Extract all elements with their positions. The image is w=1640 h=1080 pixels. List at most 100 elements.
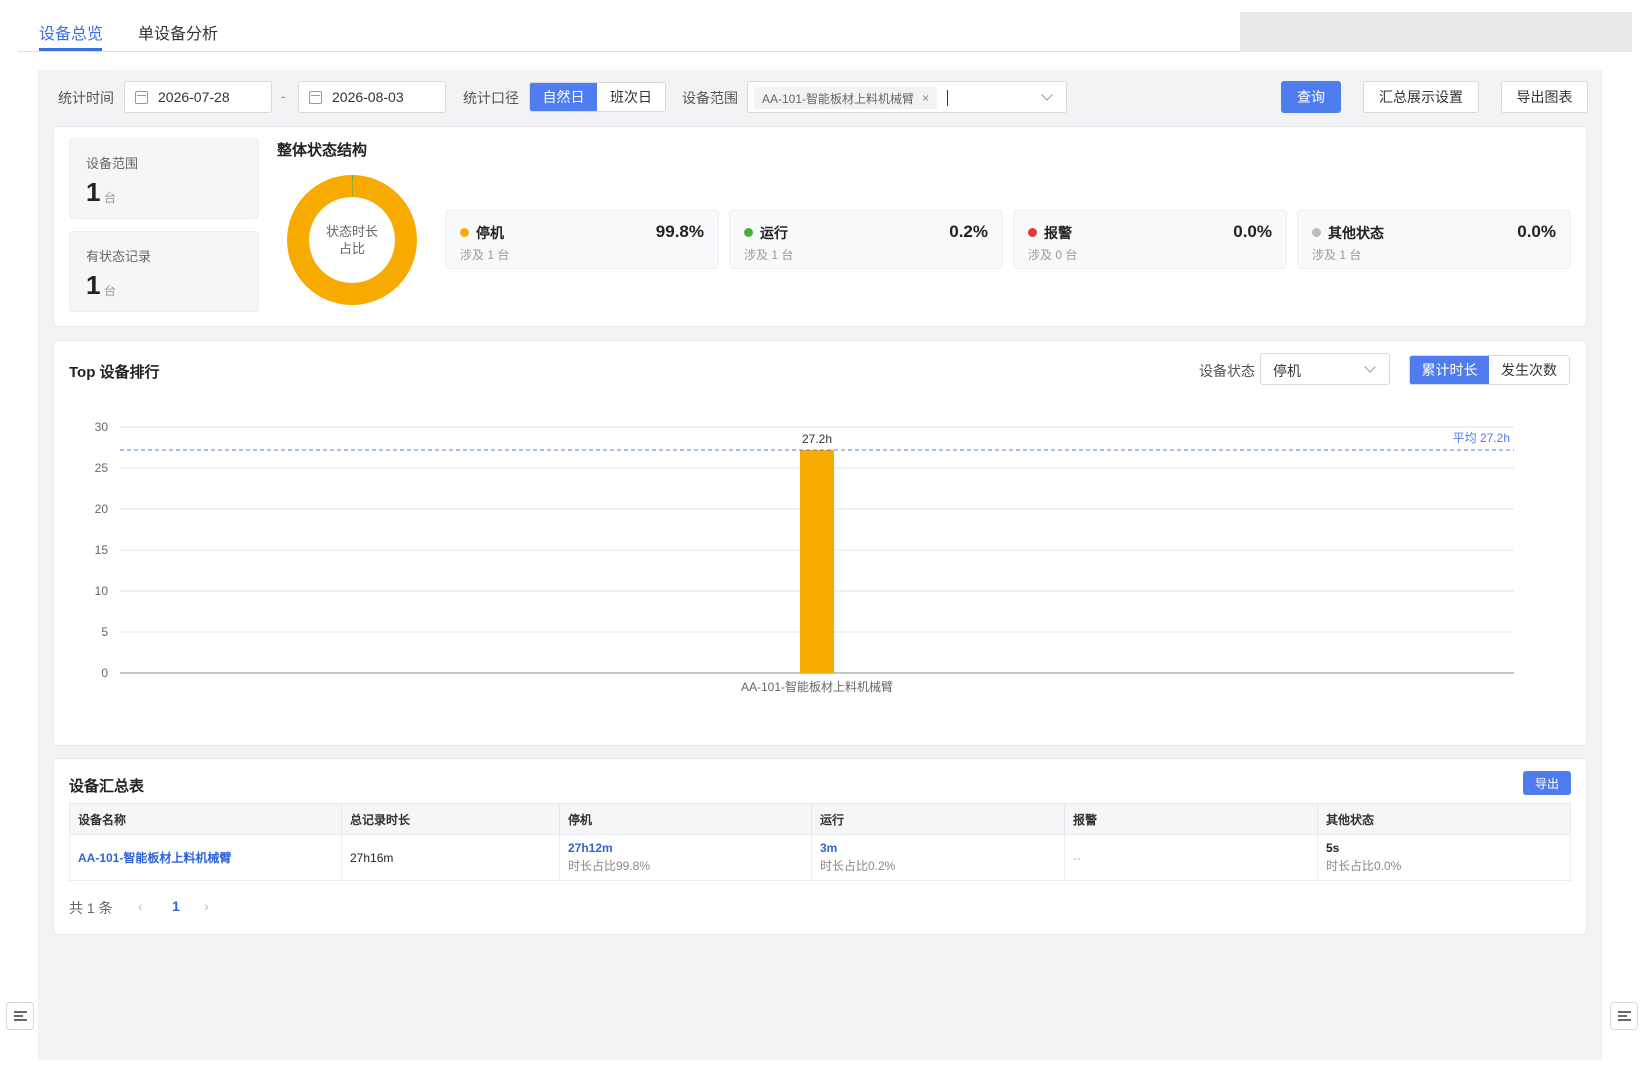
summary-table-title: 设备汇总表 (69, 778, 145, 795)
right-panel-toggle-icon[interactable] (1610, 1002, 1638, 1030)
status-percent: 0.0% (1233, 222, 1272, 241)
bar-data-label: 27.2h (802, 432, 832, 446)
donut-center: 状态时长 占比 (309, 197, 395, 283)
y-tick-label: 30 (95, 420, 109, 434)
y-tick-label: 5 (101, 625, 108, 639)
summary-settings-button[interactable]: 汇总展示设置 (1363, 81, 1479, 113)
status-sub: 涉及 1 台 (460, 248, 510, 262)
status-name: 停机 (476, 225, 504, 241)
caliber-toggle: 自然日 班次日 (529, 82, 666, 112)
status-sub: 涉及 1 台 (744, 248, 794, 262)
caliber-natural-day[interactable]: 自然日 (530, 83, 597, 111)
start-date-value: 2026-07-28 (158, 89, 230, 105)
device-scope-select[interactable]: AA-101-智能板材上料机械臂 × (747, 81, 1067, 113)
pagination-next-icon[interactable]: › (204, 898, 209, 914)
col-stop[interactable]: 停机 (559, 803, 812, 835)
device-scope-stat-value: 1 (86, 177, 101, 207)
ranking-bar-chart: 0 5 10 15 20 25 30 27.2h AA-101-智能板材上料机械臂 平均 27.2… (95, 420, 1514, 694)
text-cursor (947, 90, 948, 106)
caliber-label: 统计口径 (463, 90, 519, 106)
status-name: 运行 (760, 225, 788, 241)
caliber-shift-day[interactable]: 班次日 (597, 83, 665, 111)
status-record-stat: 有状态记录 1 台 (69, 231, 259, 312)
stop-dot-icon (460, 228, 469, 237)
top-right-placeholder (1240, 12, 1632, 52)
calendar-icon (135, 90, 148, 104)
y-tick-label: 25 (95, 461, 109, 475)
scope-tag-label: AA-101-智能板材上料机械臂 (762, 91, 915, 106)
stop-ratio: 时长占比99.8% (568, 859, 651, 873)
scope-tag: AA-101-智能板材上料机械臂 × (754, 87, 938, 109)
metric-toggle: 累计时长 发生次数 (1409, 355, 1570, 385)
device-status-select[interactable]: 停机 (1260, 353, 1390, 385)
col-device-name[interactable]: 设备名称 (69, 803, 342, 835)
export-chart-button[interactable]: 导出图表 (1501, 81, 1588, 113)
status-card-stop: 停机 99.8% 涉及 1 台 (445, 210, 719, 269)
other-dot-icon (1312, 228, 1321, 237)
tab-device-overview[interactable]: 设备总览 (39, 20, 103, 44)
left-panel-toggle-icon[interactable] (6, 1002, 34, 1030)
cell-alarm: -- (1064, 834, 1318, 881)
alarm-dot-icon (1028, 228, 1037, 237)
donut-center-line1: 状态时长 (325, 224, 378, 239)
status-sub: 涉及 0 台 (1028, 248, 1078, 262)
other-duration: 5s (1326, 841, 1340, 855)
start-date-picker[interactable]: 2026-07-28 (124, 81, 272, 113)
date-separator: - (281, 88, 286, 104)
top-tab-bar: 设备总览 单设备分析 (18, 0, 1240, 52)
alarm-empty-value: -- (1073, 850, 1081, 865)
status-name: 其他状态 (1328, 225, 1384, 241)
x-tick-label: AA-101-智能板材上料机械臂 (741, 679, 893, 694)
run-duration: 3m (820, 841, 838, 855)
close-icon[interactable]: × (922, 91, 929, 105)
cell-run: 3m 时长占比0.2% (811, 834, 1065, 881)
col-total-duration[interactable]: 总记录时长 (341, 803, 560, 835)
status-record-stat-unit: 台 (104, 284, 117, 298)
col-alarm[interactable]: 报警 (1064, 803, 1318, 835)
device-summary-table: 设备名称 总记录时长 停机 运行 报警 其他状态 AA-101-智能板材上料机械… (69, 803, 1571, 881)
other-ratio: 时长占比0.0% (1326, 859, 1402, 873)
table-header-row: 设备名称 总记录时长 停机 运行 报警 其他状态 (69, 803, 1571, 835)
metric-occurrence-count[interactable]: 发生次数 (1489, 356, 1569, 384)
status-percent: 0.2% (949, 222, 988, 241)
active-tab-indicator (39, 48, 102, 51)
device-scope-stat-label: 设备范围 (86, 156, 139, 171)
average-label: 平均 27.2h (1453, 431, 1510, 445)
status-sub: 涉及 1 台 (1312, 248, 1362, 262)
y-tick-label: 0 (101, 666, 108, 680)
y-tick-label: 15 (95, 543, 109, 557)
tab-single-device-analysis[interactable]: 单设备分析 (138, 20, 218, 44)
calendar-icon (309, 90, 322, 104)
table-row: AA-101-智能板材上料机械臂 27h16m 27h12m 时长占比99.8%… (69, 834, 1571, 881)
col-other[interactable]: 其他状态 (1317, 803, 1571, 835)
col-run[interactable]: 运行 (811, 803, 1065, 835)
device-status-label: 设备状态 (1199, 363, 1255, 379)
metric-cumulative-duration[interactable]: 累计时长 (1410, 356, 1489, 384)
device-scope-stat-unit: 台 (104, 191, 117, 205)
stop-duration: 27h12m (568, 841, 613, 855)
device-status-value: 停机 (1273, 363, 1301, 379)
export-table-button[interactable]: 导出 (1523, 771, 1571, 795)
run-ratio: 时长占比0.2% (820, 859, 896, 873)
end-date-value: 2026-08-03 (332, 89, 404, 105)
cell-device-name: AA-101-智能板材上料机械臂 (69, 834, 342, 881)
status-card-run: 运行 0.2% 涉及 1 台 (729, 210, 1003, 269)
status-donut-chart: 状态时长 占比 (287, 175, 417, 305)
status-percent: 99.8% (655, 222, 704, 241)
y-tick-label: 10 (95, 584, 109, 598)
query-button[interactable]: 查询 (1281, 81, 1341, 113)
status-record-stat-value: 1 (86, 270, 101, 300)
end-date-picker[interactable]: 2026-08-03 (298, 81, 446, 113)
device-name-link[interactable]: AA-101-智能板材上料机械臂 (78, 851, 231, 865)
structure-title: 整体状态结构 (277, 142, 368, 159)
cell-other: 5s 时长占比0.0% (1317, 834, 1571, 881)
ranking-title: Top 设备排行 (69, 364, 160, 381)
chevron-down-icon (1364, 361, 1376, 373)
y-tick-label: 20 (95, 502, 109, 516)
pagination-page-1[interactable]: 1 (172, 898, 180, 914)
status-card-alarm: 报警 0.0% 涉及 0 台 (1013, 210, 1287, 269)
pagination-prev-icon[interactable]: ‹ (138, 898, 143, 914)
pagination-total: 共 1 条 (69, 900, 113, 916)
status-name: 报警 (1044, 225, 1072, 241)
donut-center-line2: 占比 (338, 241, 365, 256)
